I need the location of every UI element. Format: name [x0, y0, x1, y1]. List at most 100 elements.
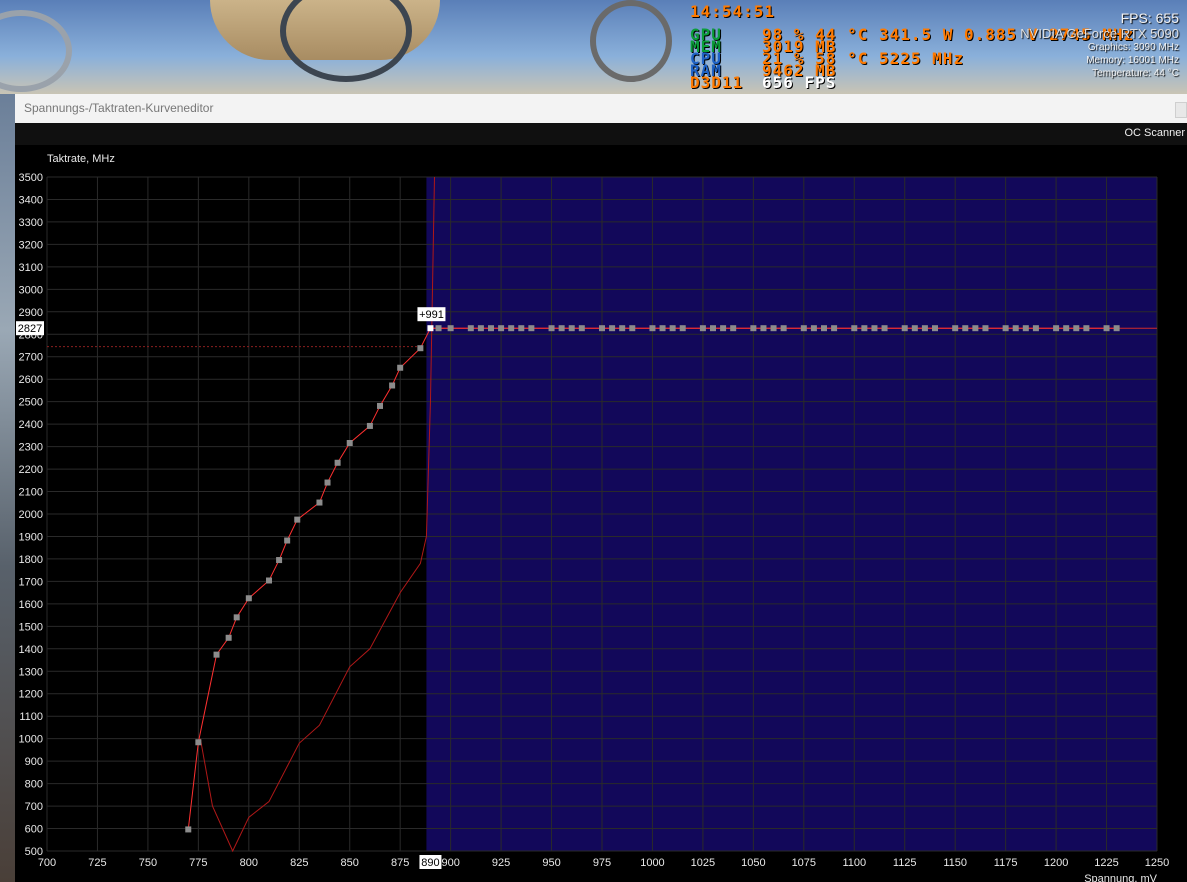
curve-point[interactable] [972, 325, 979, 332]
curve-point[interactable] [578, 325, 585, 332]
curve-point[interactable] [911, 325, 918, 332]
curve-point[interactable] [669, 325, 676, 332]
curve-point[interactable] [800, 325, 807, 332]
overlay-row-d3d11: D3D11 656 FPS [690, 75, 836, 91]
x-tick-label: 850 [341, 857, 359, 869]
fps-counter: FPS: 655 [1120, 10, 1179, 26]
x-tick-label: 1200 [1044, 857, 1068, 869]
curve-point[interactable] [1113, 325, 1120, 332]
curve-point[interactable] [619, 325, 626, 332]
curve-point[interactable] [1022, 325, 1029, 332]
curve-point[interactable] [508, 325, 515, 332]
curve-point[interactable] [294, 516, 301, 523]
curve-point[interactable] [962, 325, 969, 332]
memory-clock: Memory: 16001 MHz [1086, 55, 1179, 66]
curve-point[interactable] [266, 577, 272, 584]
curve-point[interactable] [831, 325, 838, 332]
y-tick-label: 2200 [19, 464, 43, 476]
curve-point[interactable] [558, 325, 565, 332]
rope-loop-graphic [280, 0, 412, 82]
graphics-clock: Graphics: 3090 MHz [1087, 42, 1179, 53]
curve-point[interactable] [528, 325, 535, 332]
curve-point[interactable] [1073, 325, 1080, 332]
curve-point[interactable] [871, 325, 878, 332]
curve-point[interactable] [276, 557, 283, 564]
curve-point[interactable] [760, 325, 767, 332]
overlay-time: 14:54:51 [690, 2, 776, 21]
curve-point[interactable] [498, 325, 505, 332]
curve-point[interactable] [861, 325, 868, 332]
curve-point[interactable] [921, 325, 928, 332]
x-tick-label: 1125 [893, 857, 917, 869]
x-tick-label: 950 [542, 857, 560, 869]
curve-point[interactable] [720, 325, 727, 332]
curve-point[interactable] [881, 325, 888, 332]
curve-point[interactable] [225, 634, 232, 641]
curve-point[interactable] [1103, 325, 1110, 332]
curve-point[interactable] [629, 325, 636, 332]
curve-chart[interactable]: 700 725 750 775 800 825 850 875 900 925 950 975 1000… [15, 94, 1187, 882]
y-tick-label: 1300 [19, 666, 43, 678]
curve-point[interactable] [366, 422, 373, 429]
curve-point[interactable] [346, 440, 353, 447]
curve-point[interactable] [659, 325, 666, 332]
curve-point[interactable] [1012, 325, 1019, 332]
curve-point[interactable] [488, 325, 494, 332]
curve-point[interactable] [568, 325, 575, 332]
curve-point[interactable] [1002, 325, 1009, 332]
curve-point[interactable] [548, 325, 555, 332]
curve-point[interactable] [821, 325, 827, 332]
y-tick-label: 2900 [19, 307, 43, 319]
curve-point[interactable] [780, 325, 787, 332]
curve-point[interactable] [982, 325, 989, 332]
curve-point[interactable] [1032, 325, 1039, 332]
game-background-strip [0, 94, 16, 882]
curve-point[interactable] [324, 479, 331, 486]
curve-point[interactable] [649, 325, 656, 332]
y-tick-label: 1800 [19, 554, 43, 566]
curve-point[interactable] [467, 325, 474, 332]
curve-point[interactable] [233, 614, 240, 621]
x-tick-label: 800 [240, 857, 258, 869]
y-tick-label: 2700 [19, 352, 43, 364]
curve-point[interactable] [1083, 325, 1090, 332]
curve-point[interactable] [750, 325, 757, 332]
curve-point[interactable] [477, 325, 484, 332]
curve-point[interactable] [334, 459, 341, 466]
y-tick-label: 2400 [19, 419, 43, 431]
curve-point[interactable] [730, 325, 737, 332]
curve-point[interactable] [397, 364, 404, 371]
curve-point[interactable] [699, 325, 706, 332]
curve-point[interactable] [389, 382, 396, 389]
curve-point[interactable] [609, 325, 616, 332]
curve-point[interactable] [417, 345, 424, 352]
gpu-info-panel: FPS: 655 NVIDIA GeForce RTX 5090 Graphic… [1020, 10, 1179, 80]
x-tick-label: 1050 [741, 857, 765, 869]
curve-point[interactable] [435, 325, 442, 332]
curve-point[interactable] [710, 325, 716, 332]
curve-point[interactable] [1053, 325, 1060, 332]
curve-point[interactable] [245, 595, 252, 602]
curve-point[interactable] [679, 325, 686, 332]
curve-point[interactable] [518, 325, 525, 332]
curve-point[interactable] [599, 325, 605, 332]
curve-point[interactable] [185, 826, 192, 833]
selected-curve-point[interactable] [427, 325, 434, 332]
y-tick-label: 700 [25, 801, 43, 813]
curve-point[interactable] [952, 325, 959, 332]
curve-point[interactable] [284, 537, 291, 544]
curve-point[interactable] [316, 499, 323, 506]
curve-point[interactable] [770, 325, 777, 332]
curve-point[interactable] [901, 325, 908, 332]
x-tick-label: 775 [189, 857, 207, 869]
y-tick-label: 600 [25, 824, 43, 836]
curve-point[interactable] [213, 651, 220, 658]
curve-point[interactable] [377, 402, 383, 409]
curve-point[interactable] [810, 325, 817, 332]
curve-point[interactable] [195, 739, 202, 746]
curve-point[interactable] [1063, 325, 1070, 332]
curve-point[interactable] [447, 325, 454, 332]
y-tick-label: 1000 [19, 734, 43, 746]
curve-point[interactable] [851, 325, 858, 332]
curve-point[interactable] [932, 325, 938, 332]
